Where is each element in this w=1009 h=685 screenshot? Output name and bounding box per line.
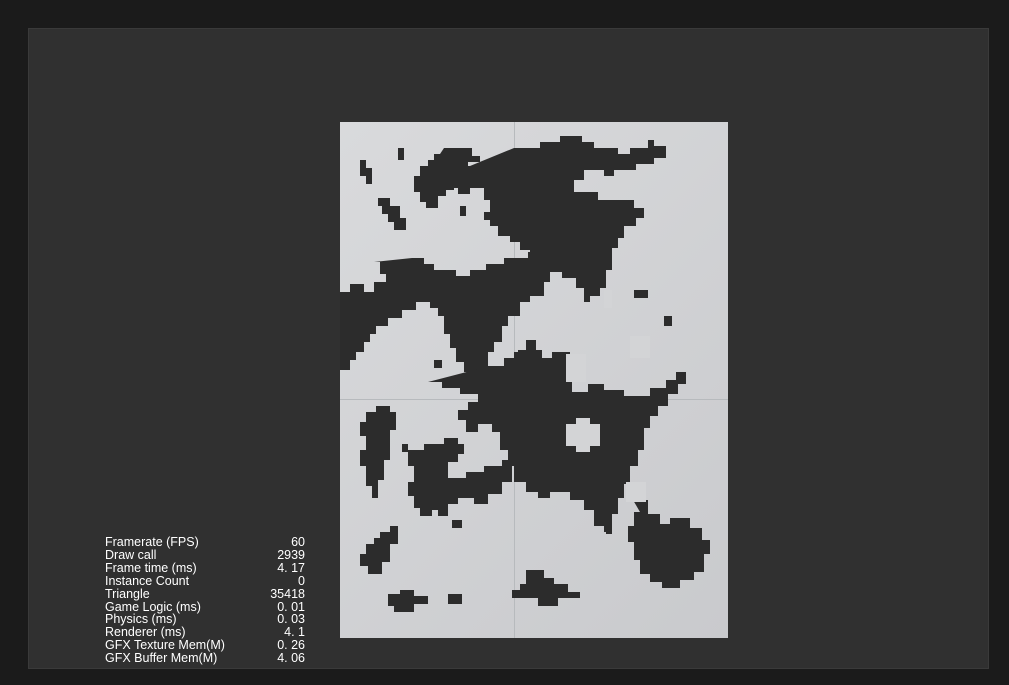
- stat-label: Draw call: [105, 547, 157, 562]
- terrain-hole: [630, 336, 650, 358]
- terrain-blob: [360, 406, 396, 498]
- terrain-blob: [460, 206, 466, 216]
- stat-value: 0: [298, 573, 305, 588]
- stat-row: Framerate (FPS) 60: [105, 536, 305, 549]
- stat-label: GFX Buffer Mem(M): [105, 651, 218, 666]
- performance-stats-panel: Framerate (FPS) 60 Draw call 2939 Frame time…: [105, 536, 305, 665]
- stat-label: Framerate (FPS): [105, 535, 199, 549]
- game-viewport[interactable]: Framerate (FPS) 60 Draw call 2939 Frame time…: [28, 28, 989, 669]
- terrain-blob: [378, 198, 406, 230]
- terrain-blob: [360, 160, 372, 184]
- terrain-blob: [398, 148, 404, 160]
- terrain-blob: [448, 594, 462, 604]
- terrain-hole: [626, 482, 646, 502]
- stat-row: Instance Count 0: [105, 573, 305, 588]
- terrain-blob: [512, 570, 580, 606]
- terrain-blob: [360, 526, 398, 574]
- stat-row: Draw call 2939: [105, 549, 305, 562]
- terrain-map: [340, 122, 728, 638]
- stat-value: 2939: [277, 547, 305, 562]
- terrain-blob: [402, 438, 512, 516]
- stat-value: 60: [291, 535, 305, 549]
- stat-value: 4. 06: [277, 651, 305, 666]
- terrain-blob: [388, 590, 428, 612]
- stat-label: Instance Count: [105, 573, 190, 588]
- terrain-blob: [610, 234, 618, 248]
- stat-value: 4. 17: [277, 560, 305, 575]
- terrain-blob: [452, 520, 462, 528]
- terrain-blob: [634, 290, 648, 298]
- terrain-hole: [604, 290, 612, 308]
- stat-label: Frame time (ms): [105, 560, 197, 575]
- terrain-blob: [604, 520, 612, 532]
- terrain-blobs: [340, 136, 710, 612]
- stat-row: GFX Buffer Mem(M) 4. 06: [105, 652, 305, 665]
- stat-label: Triangle: [105, 586, 150, 601]
- terrain-blob: [664, 316, 672, 326]
- game-board[interactable]: [340, 122, 728, 638]
- terrain-blob: [626, 488, 710, 588]
- terrain-hole: [566, 354, 586, 382]
- stat-value: 35418: [270, 586, 305, 601]
- terrain-blob: [434, 360, 442, 368]
- stat-row: Triangle 35418: [105, 586, 305, 601]
- stat-row: Frame time (ms) 4. 17: [105, 560, 305, 575]
